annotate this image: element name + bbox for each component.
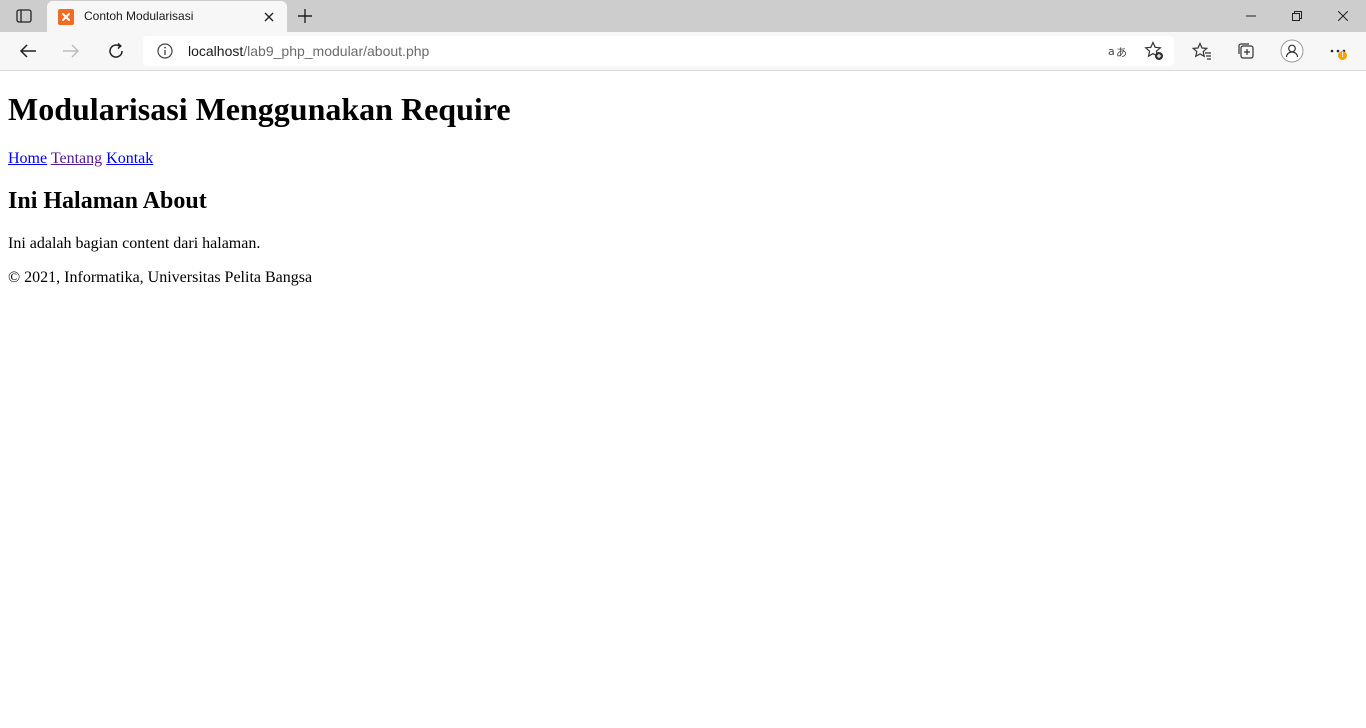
profile-button[interactable]: [1278, 37, 1306, 65]
close-icon: [1338, 11, 1348, 21]
tab-strip: Contoh Modularisasi: [0, 0, 1366, 32]
xampp-icon: [58, 9, 74, 25]
tab-actions-button[interactable]: [12, 6, 36, 26]
profile-icon: [1280, 39, 1304, 63]
footer-text: © 2021, Informatika, Universitas Pelita …: [8, 269, 313, 286]
page-content: Modularisasi Menggunakan Require Home Te…: [0, 71, 1366, 728]
page-title: Modularisasi Menggunakan Require: [8, 91, 511, 127]
url-path: /lab9_php_modular/about.php: [243, 43, 430, 59]
menu-button[interactable]: !: [1324, 37, 1352, 65]
close-icon: [264, 12, 274, 22]
browser-tab[interactable]: Contoh Modularisasi: [47, 1, 287, 32]
browser-toolbar: localhost/lab9_php_modular/about.php a あ: [0, 32, 1366, 71]
nav-link-tentang[interactable]: Tentang: [51, 150, 102, 167]
restore-icon: [1292, 11, 1302, 21]
star-add-icon: [1144, 41, 1163, 60]
translate-icon: a あ: [1108, 45, 1127, 58]
content-paragraph: Ini adalah bagian content dari halaman.: [8, 235, 261, 252]
main-nav: Home Tentang Kontak: [8, 150, 153, 168]
favorites-button[interactable]: [1188, 37, 1216, 65]
favorites-icon: [1192, 42, 1211, 60]
back-button[interactable]: [14, 37, 42, 65]
arrow-left-icon: [19, 44, 36, 58]
minimize-button[interactable]: [1228, 0, 1274, 32]
tab-title: Contoh Modularisasi: [84, 9, 194, 23]
site-info-button[interactable]: [156, 42, 174, 60]
minimize-icon: [1246, 15, 1256, 17]
close-tab-button[interactable]: [261, 9, 277, 25]
forward-button[interactable]: [57, 37, 85, 65]
restore-button[interactable]: [1274, 0, 1320, 32]
translate-button[interactable]: a あ: [1107, 40, 1129, 62]
nav-link-kontak[interactable]: Kontak: [106, 150, 153, 167]
close-window-button[interactable]: [1320, 0, 1366, 32]
add-favorite-button[interactable]: [1143, 40, 1165, 62]
section-heading: Ini Halaman About: [8, 188, 207, 214]
plus-icon: [298, 9, 312, 23]
collections-icon: [1238, 43, 1254, 59]
update-badge: !: [1338, 51, 1347, 60]
nav-link-home[interactable]: Home: [8, 150, 47, 167]
collections-button[interactable]: [1232, 37, 1260, 65]
refresh-icon: [109, 42, 123, 58]
address-bar[interactable]: localhost/lab9_php_modular/about.php a あ: [143, 36, 1174, 66]
arrow-right-icon: [63, 44, 80, 58]
refresh-button[interactable]: [102, 37, 130, 65]
svg-text:a: a: [1108, 45, 1115, 58]
url-text[interactable]: localhost/lab9_php_modular/about.php: [188, 43, 429, 59]
svg-text:あ: あ: [1116, 46, 1127, 58]
url-host: localhost: [188, 43, 244, 59]
info-icon: [157, 43, 173, 59]
new-tab-button[interactable]: [294, 5, 316, 27]
tab-actions-icon: [16, 9, 32, 23]
